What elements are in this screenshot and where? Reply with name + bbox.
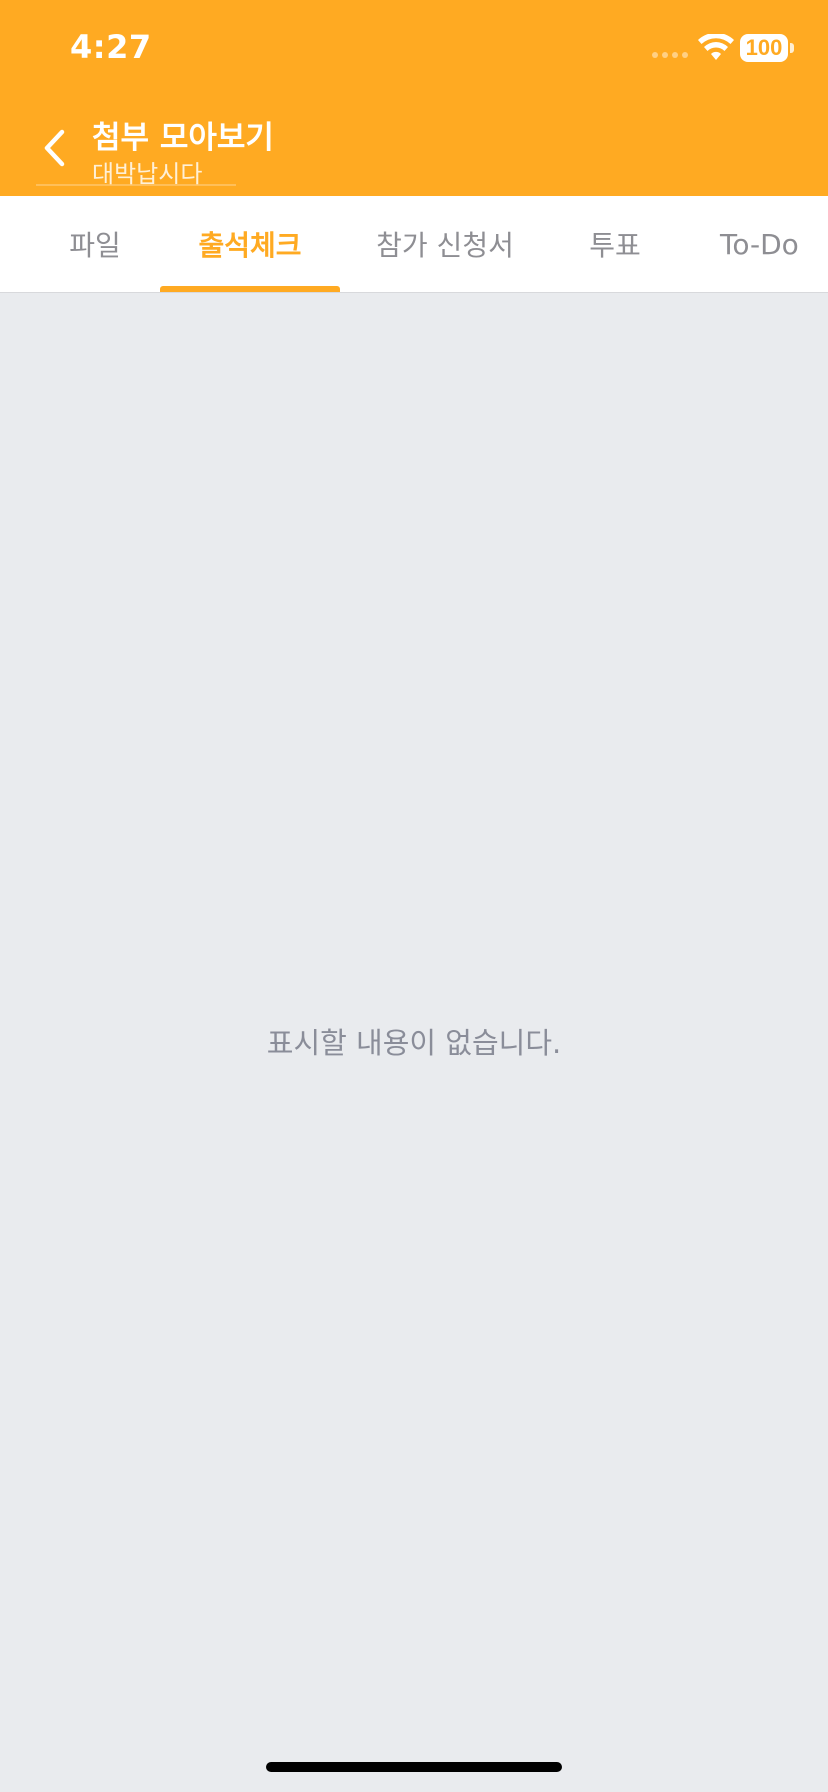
- chevron-left-icon: [44, 129, 65, 167]
- subtitle-divider: [36, 184, 236, 186]
- tab-todo[interactable]: To-Do: [700, 196, 828, 292]
- battery-tip: [790, 43, 794, 53]
- screen: 4:27 100 첨부 모아보기 대박납시다 파일 출석체크 참가 신청서 투표…: [0, 0, 828, 1792]
- tab-vote[interactable]: 투표: [560, 196, 670, 292]
- tab-attendance[interactable]: 출석체크: [160, 196, 340, 292]
- app-header: 4:27 100 첨부 모아보기 대박납시다: [0, 0, 828, 196]
- tab-files[interactable]: 파일: [40, 196, 150, 292]
- back-button[interactable]: [34, 122, 74, 174]
- tab-bar: 파일 출석체크 참가 신청서 투표 To-Do: [0, 196, 828, 293]
- wifi-icon: [698, 34, 734, 60]
- cellular-signal-icon: [652, 52, 688, 58]
- page-title: 첨부 모아보기: [92, 120, 274, 156]
- battery-level: 100: [745, 35, 783, 60]
- status-time: 4:27: [70, 28, 152, 66]
- tab-application[interactable]: 참가 신청서: [360, 196, 530, 292]
- home-indicator[interactable]: [266, 1762, 562, 1772]
- battery-icon: 100: [740, 34, 788, 62]
- active-tab-indicator: [160, 286, 340, 292]
- empty-state-message: 표시할 내용이 없습니다.: [266, 1026, 562, 1060]
